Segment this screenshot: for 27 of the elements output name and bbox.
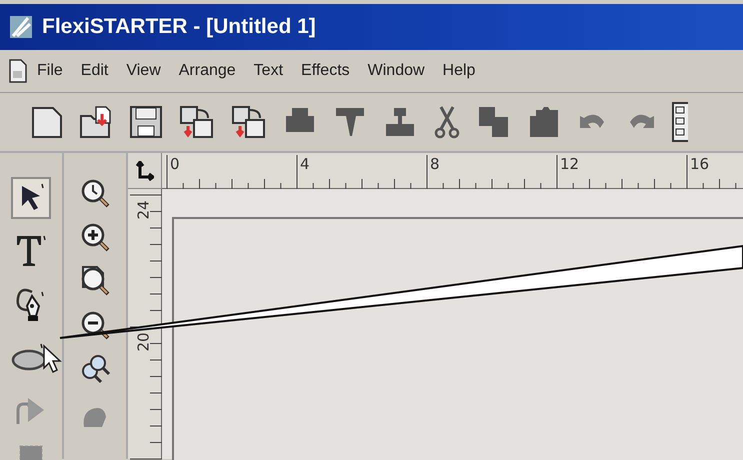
- ruler-label: 8: [430, 155, 440, 173]
- app-icon: [8, 14, 34, 40]
- menu-item[interactable]: Text: [244, 58, 292, 84]
- ruler-label: 20: [134, 332, 153, 352]
- mouse-pointer-icon: [43, 344, 62, 374]
- ruler-label: 4: [300, 155, 310, 173]
- new-document-icon[interactable]: [30, 104, 64, 140]
- ruler-label: 0: [170, 155, 180, 173]
- menu-item[interactable]: Help: [434, 58, 484, 84]
- menu-item[interactable]: File: [28, 58, 72, 84]
- menu-item[interactable]: View: [117, 58, 170, 84]
- document-icon[interactable]: [8, 58, 28, 84]
- ruler-label: 24: [134, 200, 153, 220]
- scissors-icon[interactable]: [432, 104, 462, 140]
- menu-item[interactable]: Effects: [292, 58, 359, 84]
- export-icon[interactable]: [230, 104, 268, 140]
- ruler-label: 12: [560, 155, 580, 173]
- properties-icon[interactable]: [672, 102, 688, 142]
- import-icon[interactable]: [178, 104, 216, 140]
- menu-item[interactable]: Window: [358, 58, 434, 84]
- window-title: FlexiSTARTER - [Untitled 1]: [42, 15, 316, 39]
- arrow-tool-icon[interactable]: [11, 177, 51, 219]
- menu-item[interactable]: Arrange: [170, 58, 245, 84]
- menu-item[interactable]: Edit: [72, 58, 118, 84]
- ruler-origin-icon[interactable]: [136, 160, 154, 180]
- ruler-label: 16: [690, 155, 710, 173]
- open-folder-icon[interactable]: [78, 104, 114, 140]
